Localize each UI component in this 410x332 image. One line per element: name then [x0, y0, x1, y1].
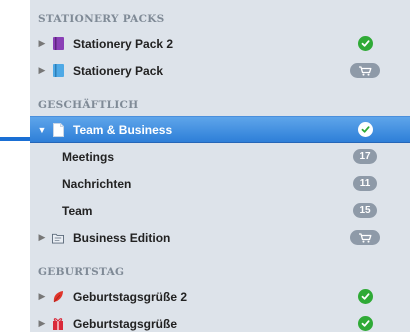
installed-check-icon [357, 36, 373, 51]
sidebar-item-meetings[interactable]: Meetings 17 [30, 143, 410, 170]
sidebar-item-label: Geburtstagsgrüße [73, 316, 178, 331]
shopping-cart-icon[interactable] [350, 63, 380, 78]
sidebar-item-team-business[interactable]: ▼ Team & Business [30, 116, 410, 143]
sidebar-item-label: Team & Business [73, 122, 173, 137]
shopping-cart-icon[interactable] [350, 230, 380, 245]
installed-check-icon [357, 289, 373, 304]
sidebar-item-label: Stationery Pack 2 [73, 36, 174, 51]
disclosure-right-icon[interactable]: ▶ [32, 38, 52, 49]
sidebar-item-label: Stationery Pack [73, 63, 164, 78]
folder-icon [52, 231, 64, 245]
installed-check-icon [357, 122, 373, 137]
section-header-stationery-packs: STATIONERY PACKS [38, 13, 165, 25]
blue-book-icon [52, 64, 64, 78]
count-badge: 15 [353, 203, 377, 218]
sidebar-item-label: Geburtstagsgrüße 2 [73, 289, 188, 304]
installed-check-icon [357, 316, 373, 331]
pointer-line [0, 137, 30, 141]
sidebar-item-stationery-pack-2[interactable]: ▶ Stationery Pack 2 [30, 30, 410, 57]
section-header-geburtstag: GEBURTSTAG [38, 266, 125, 278]
sidebar-item-geburtstagsgruesse[interactable]: ▶ Geburtstagsgrüße [30, 310, 410, 332]
stationery-sidebar: STATIONERY PACKS ▶ Stationery Pack 2 ▶ S… [30, 0, 410, 332]
red-gift-icon [52, 317, 64, 331]
disclosure-right-icon[interactable]: ▶ [32, 232, 52, 243]
count-badge: 17 [353, 149, 377, 164]
sidebar-item-geburtstagsgruesse-2[interactable]: ▶ Geburtstagsgrüße 2 [30, 283, 410, 310]
sidebar-item-label: Business Edition [73, 230, 171, 245]
sidebar-item-nachrichten[interactable]: Nachrichten 11 [30, 170, 410, 197]
section-header-geschaeftlich: GESCHÄFTLICH [38, 99, 139, 111]
sidebar-item-team[interactable]: Team 15 [30, 197, 410, 224]
sidebar-item-business-edition[interactable]: ▶ Business Edition [30, 224, 410, 251]
sidebar-item-label: Nachrichten [62, 176, 132, 191]
sidebar-item-label: Meetings [62, 149, 115, 164]
sidebar-item-stationery-pack[interactable]: ▶ Stationery Pack [30, 57, 410, 84]
red-leaf-icon [52, 290, 64, 304]
document-icon [52, 122, 64, 137]
disclosure-down-icon[interactable]: ▼ [32, 125, 52, 135]
count-badge: 11 [353, 176, 377, 191]
disclosure-right-icon[interactable]: ▶ [32, 291, 52, 302]
sidebar-item-label: Team [62, 203, 93, 218]
purple-book-icon [52, 37, 64, 51]
disclosure-right-icon[interactable]: ▶ [32, 65, 52, 76]
disclosure-right-icon[interactable]: ▶ [32, 318, 52, 329]
